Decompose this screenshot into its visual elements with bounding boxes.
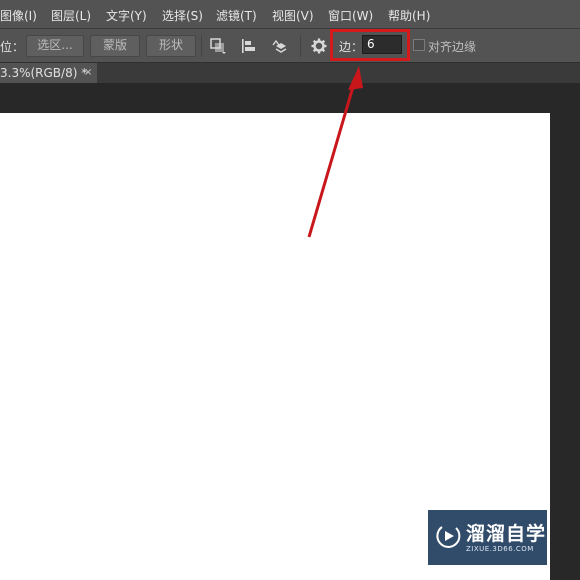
align-edges-label: 对齐边缘 bbox=[428, 40, 477, 54]
options-bar: 位： 选区... 蒙版 形状 边： 对齐边缘 bbox=[0, 29, 580, 63]
play-logo-icon bbox=[436, 526, 461, 548]
menu-type[interactable]: 文字(Y) bbox=[106, 7, 147, 24]
shape-button[interactable]: 形状 bbox=[146, 35, 196, 57]
menu-help[interactable]: 帮助(H) bbox=[388, 7, 430, 24]
watermark: 溜溜自学 ZIXUE.3D66.COM bbox=[428, 510, 547, 565]
path-operations-icon[interactable] bbox=[209, 37, 227, 55]
menu-layer[interactable]: 图层(L) bbox=[51, 7, 91, 24]
selection-button[interactable]: 选区... bbox=[26, 35, 84, 57]
separator bbox=[300, 35, 301, 57]
menu-view[interactable]: 视图(V) bbox=[272, 7, 314, 24]
document-tab-title: 3.3%(RGB/8) * bbox=[0, 66, 88, 80]
document-tab[interactable]: 3.3%(RGB/8) * × bbox=[0, 63, 97, 83]
menu-filter[interactable]: 滤镜(T) bbox=[216, 7, 257, 24]
document-tab-bar: 3.3%(RGB/8) * × bbox=[0, 63, 580, 83]
path-alignment-icon[interactable] bbox=[240, 37, 258, 55]
mask-button[interactable]: 蒙版 bbox=[90, 35, 140, 57]
path-arrangement-icon[interactable] bbox=[270, 37, 288, 55]
new-layer-label: 位： bbox=[0, 40, 25, 54]
close-icon[interactable]: × bbox=[84, 63, 92, 83]
separator bbox=[201, 35, 202, 57]
menu-select[interactable]: 选择(S) bbox=[162, 7, 203, 24]
menu-bar: 图像(I) 图层(L) 文字(Y) 选择(S) 滤镜(T) 视图(V) 窗口(W… bbox=[0, 0, 580, 29]
watermark-url: ZIXUE.3D66.COM bbox=[466, 545, 534, 553]
watermark-name: 溜溜自学 bbox=[466, 523, 547, 545]
menu-window[interactable]: 窗口(W) bbox=[328, 7, 373, 24]
highlight-box bbox=[330, 29, 410, 61]
gear-icon[interactable] bbox=[310, 37, 328, 55]
menu-image[interactable]: 图像(I) bbox=[0, 7, 37, 24]
align-edges-checkbox[interactable] bbox=[413, 39, 425, 51]
